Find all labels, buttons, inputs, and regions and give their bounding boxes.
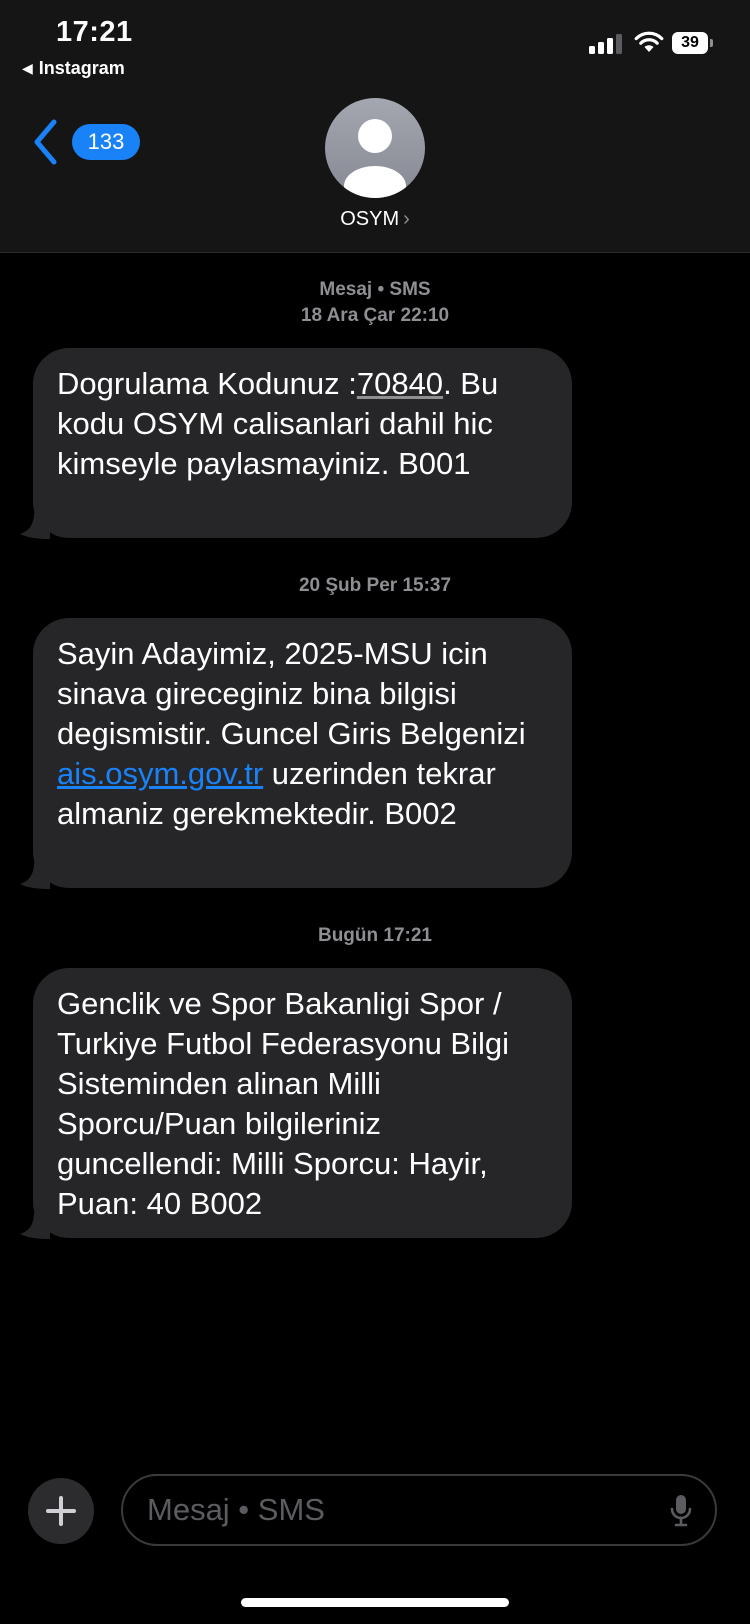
message-timestamp: Bugün 17:21 xyxy=(317,925,433,946)
back-button[interactable]: 133 xyxy=(30,118,140,166)
plus-icon xyxy=(46,1496,76,1526)
message-text: Sayin Adayimiz, 2025-MSU icin sinava gir… xyxy=(57,636,526,751)
back-to-app-icon: ◀ xyxy=(22,60,33,76)
apps-plus-button[interactable] xyxy=(28,1478,94,1544)
message-input[interactable]: Mesaj • SMS xyxy=(121,1474,717,1546)
battery-level: 39 xyxy=(672,32,708,54)
verification-code[interactable]: 70840 xyxy=(357,366,443,401)
message-text: Genclik ve Spor Bakanligi Spor / Turkiye… xyxy=(57,986,509,1221)
cellular-signal-icon xyxy=(589,32,625,54)
message-bubble[interactable]: Sayin Adayimiz, 2025-MSU icin sinava gir… xyxy=(20,618,572,889)
chevron-right-icon: › xyxy=(403,208,410,230)
message-timestamp: 18 Ara Çar 22:10 xyxy=(300,305,450,326)
message-text: Dogrulama Kodunuz : xyxy=(57,366,357,401)
unread-count-badge: 133 xyxy=(72,124,140,160)
back-to-app-label: Instagram xyxy=(38,58,125,78)
channel-label: Mesaj • SMS xyxy=(319,279,431,300)
home-indicator[interactable] xyxy=(241,1598,509,1607)
conversation-header: 133 OSYM › xyxy=(0,90,750,253)
status-time: 17:21 xyxy=(56,16,133,48)
message-link[interactable]: ais.osym.gov.tr xyxy=(57,756,263,791)
contact-name-button[interactable]: OSYM › xyxy=(0,208,750,231)
message-bubble[interactable]: Genclik ve Spor Bakanligi Spor / Turkiye… xyxy=(20,968,572,1239)
message-timestamp: 20 Şub Per 15:37 xyxy=(298,575,452,596)
status-bar: 17:21 ◀ Instagram 39 xyxy=(0,0,750,90)
message-input-placeholder: Mesaj • SMS xyxy=(147,1492,325,1527)
message-bubble[interactable]: Dogrulama Kodunuz :70840. Bu kodu OSYM c… xyxy=(20,348,572,539)
contact-name: OSYM xyxy=(340,208,400,230)
back-chevron-icon xyxy=(34,119,57,165)
contact-avatar-icon[interactable] xyxy=(325,98,425,198)
back-to-app-link[interactable]: ◀ Instagram xyxy=(22,58,125,79)
microphone-icon[interactable] xyxy=(669,1494,693,1528)
battery-icon: 39 xyxy=(672,32,714,54)
wifi-icon xyxy=(634,31,664,52)
